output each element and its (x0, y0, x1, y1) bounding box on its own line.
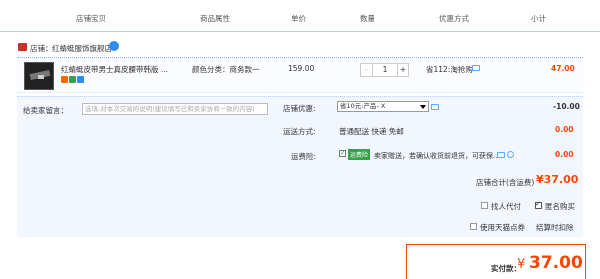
chevron-down-icon (420, 105, 426, 109)
insurance-badge: 运费险 (348, 149, 371, 160)
service-return-icon (77, 76, 84, 83)
quantity-decrease-button[interactable]: - (361, 64, 373, 76)
shop-discount-selected: 省10元:产品- X (340, 102, 386, 110)
product-title-link[interactable]: 红蜻蜓皮带男士真皮腰带韩版 ... (61, 64, 168, 75)
header-promotion: 优惠方式 (439, 14, 469, 23)
order-table-header: 店铺宝贝 商品属性 单价 数量 优惠方式 小计 (0, 0, 600, 32)
seller-message-input[interactable]: 选填:对本次交易的说明(建议填写已和卖家协商一致的内容) (82, 103, 268, 115)
item-row: 红蜻蜓皮带男士真皮腰带韩版 ... 颜色分类：商务款一 159.00 - 1 +… (17, 57, 583, 93)
message-label: 给卖家留言： (23, 106, 68, 115)
use-points-label[interactable]: 使用天猫点券 (480, 222, 525, 233)
header-quantity: 数量 (360, 14, 375, 23)
header-shop-item: 店铺宝贝 (76, 14, 106, 23)
product-attribute: 颜色分类：商务款一 (192, 65, 260, 74)
actual-pay-currency: ¥ (517, 257, 526, 272)
checkmark-icon: ✓ (535, 200, 541, 208)
shop-total-value: ¥37.00 (536, 173, 579, 186)
quantity-input[interactable]: 1 (373, 64, 397, 76)
order-details-panel: 给卖家留言： 选填:对本次交易的说明(建议填写已和卖家协商一致的内容) 店铺优惠… (17, 96, 583, 237)
shipping-value: 0.00 (555, 125, 574, 134)
service-guarantee-icon (69, 76, 76, 83)
shop-icon (18, 43, 27, 51)
use-points-checkbox[interactable] (470, 223, 477, 230)
item-subtotal: 47.00 (551, 64, 575, 73)
product-thumbnail[interactable] (24, 62, 54, 90)
shop-discount-label: 店铺优惠: (283, 104, 316, 113)
shop-discount-value: -10.00 (553, 102, 580, 111)
shop-row: 店铺： 红蜻蜓服饰旗舰店 (0, 34, 600, 56)
shop-total-label: 店铺合计(含运费) (476, 178, 535, 187)
proxy-pay-checkbox[interactable] (481, 202, 488, 209)
order-box: 红蜻蜓皮带男士真皮腰带韩版 ... 颜色分类：商务款一 159.00 - 1 +… (17, 57, 583, 242)
help-icon[interactable] (507, 151, 514, 158)
unit-price: 159.00 (288, 64, 315, 73)
settle-rules-text: 结算时扣除 (536, 223, 574, 232)
shop-discount-select[interactable]: 省10元:产品- X (337, 101, 429, 112)
quantity-increase-button[interactable]: + (397, 64, 408, 76)
insurance-value: 0.00 (555, 150, 574, 159)
item-promotion: 省112:淘抢购 (426, 65, 473, 74)
shipping-label: 运送方式: (283, 127, 316, 136)
header-attributes: 商品属性 (200, 14, 230, 23)
anonymous-label[interactable]: 匿名购买 (545, 201, 575, 212)
service-promise-icon (61, 76, 68, 83)
actual-pay-value: 37.00 (529, 253, 583, 273)
proxy-pay-label[interactable]: 找人代付 (491, 201, 521, 212)
service-icons (61, 76, 85, 85)
quantity-stepper: - 1 + (360, 63, 409, 77)
promo-info-icon[interactable] (472, 65, 480, 71)
discount-info-icon[interactable] (431, 104, 439, 110)
wangwang-chat-icon[interactable] (109, 41, 119, 51)
header-price: 单价 (291, 14, 306, 23)
shop-name-link[interactable]: 红蜻蜓服饰旗舰店 (52, 43, 112, 54)
header-subtotal: 小计 (531, 14, 546, 23)
insurance-chat-icon[interactable] (497, 152, 505, 158)
insurance-text: 卖家赠送，若确认收货前退货，可获保... (374, 152, 500, 160)
shop-prefix: 店铺： (30, 44, 53, 53)
actual-pay-box: 实付款： ¥ 37.00 (406, 244, 586, 279)
checkmark-icon: ✓ (340, 149, 346, 157)
shipping-method: 普通配送 快递 免邮 (339, 127, 404, 136)
insurance-label: 运费险: (291, 152, 317, 161)
